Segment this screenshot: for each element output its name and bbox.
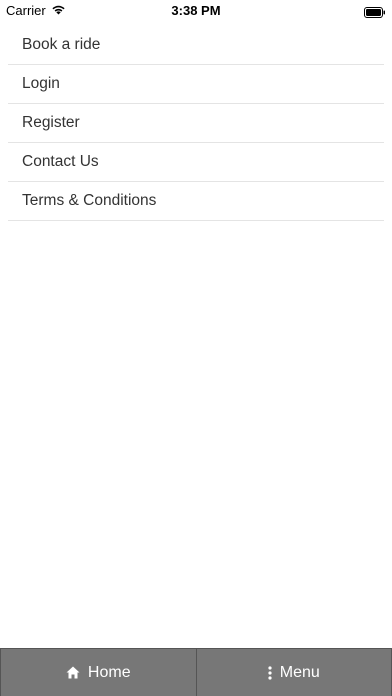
menu-item-register[interactable]: Register (8, 104, 384, 143)
menu-item-contact-us[interactable]: Contact Us (8, 143, 384, 182)
battery-icon (364, 5, 386, 18)
menu-label: Menu (279, 663, 320, 681)
status-bar: Carrier 3:38 PM (0, 0, 392, 22)
menu-item-label: Contact Us (22, 153, 99, 170)
menu-item-label: Book a ride (22, 36, 101, 53)
home-icon (66, 666, 80, 679)
menu-item-label: Login (22, 75, 60, 92)
menu-item-terms-conditions[interactable]: Terms & Conditions (8, 182, 384, 221)
menu-item-login[interactable]: Login (8, 65, 384, 104)
vertical-dots-icon (268, 665, 272, 680)
menu-button[interactable]: Menu (197, 649, 392, 696)
home-label: Home (87, 663, 131, 681)
home-button[interactable]: Home (0, 649, 197, 696)
menu-item-label: Terms & Conditions (22, 192, 157, 209)
menu-item-label: Register (22, 114, 80, 131)
menu-item-book-a-ride[interactable]: Book a ride (8, 26, 384, 65)
bottom-nav-bar: Home Menu (0, 648, 392, 696)
menu-list: Book a ride Login Register Contact Us Te… (8, 26, 384, 221)
status-time: 3:38 PM (171, 3, 221, 18)
